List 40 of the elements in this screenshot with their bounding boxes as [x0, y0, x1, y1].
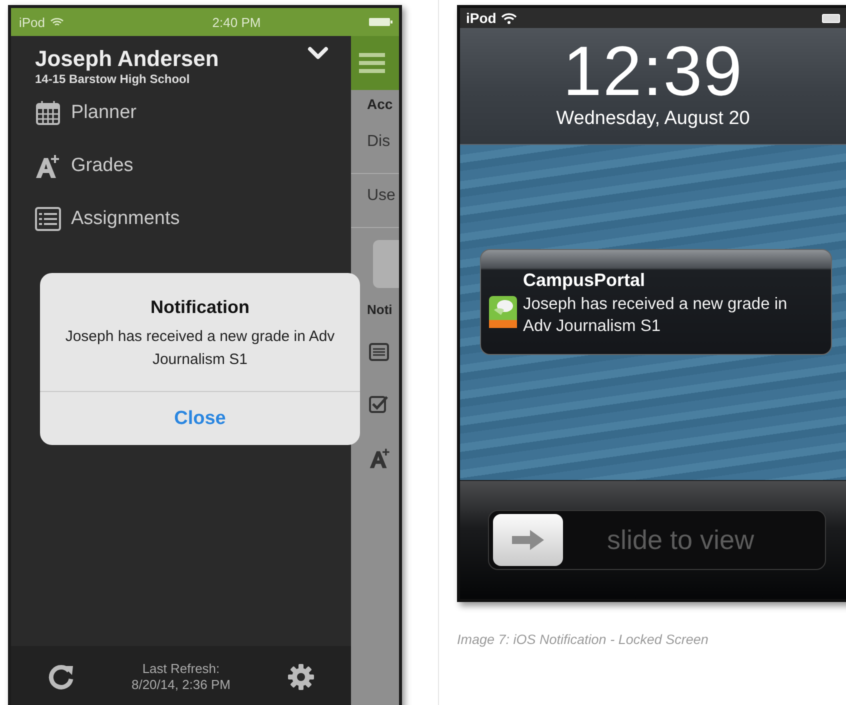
alert-title: Notification: [150, 297, 250, 318]
notification-banner[interactable]: CampusPortal Joseph has received a new grade in Adv Journalism S1: [480, 249, 832, 355]
lock-clock: 12:39: [562, 36, 744, 106]
calendar-icon: [35, 100, 61, 126]
sidebar-item[interactable]: Assignments: [11, 192, 351, 245]
settings-icon[interactable]: [286, 663, 315, 691]
checkbox-icon: [369, 395, 389, 413]
section-header: Acc: [366, 95, 394, 114]
sidebar-item[interactable]: Planner: [11, 86, 351, 139]
arrow-right-icon: [510, 529, 546, 551]
app-icon: [489, 296, 517, 328]
chevron-down-icon[interactable]: [307, 46, 329, 60]
settings-row[interactable]: Dis: [351, 120, 399, 174]
notification-title: CampusPortal: [523, 270, 646, 291]
school-name: 14-15 Barstow High School: [35, 72, 191, 86]
image-caption: Image 7: iOS Notification - Locked Screen: [457, 632, 710, 647]
notification-message: Joseph has received a new grade in Adv Journalism S1: [523, 294, 788, 338]
lock-date: Wednesday, August 20: [556, 108, 750, 130]
list-icon: [35, 206, 61, 230]
slider-label: slide to view: [607, 524, 754, 556]
refresh-time: 8/20/14, 2:36 PM: [131, 677, 230, 694]
carrier-label: iPod: [466, 10, 496, 26]
grade-icon: [369, 447, 391, 469]
section-header: Noti: [366, 301, 394, 319]
battery-icon: [822, 14, 840, 22]
battery-icon: [368, 18, 393, 26]
wifi-icon: [50, 17, 64, 27]
alert-message: Joseph has received a new grade in Adv Journalism S1: [64, 327, 336, 370]
input-field[interactable]: [373, 240, 399, 288]
status-time: 2:40 PM: [212, 14, 261, 30]
refresh-icon[interactable]: [47, 663, 75, 691]
wifi-icon: [501, 12, 518, 24]
settings-row[interactable]: Use: [351, 174, 399, 228]
sidebar-item[interactable]: Grades: [11, 139, 351, 192]
user-name: Joseph Andersen: [35, 46, 219, 72]
grade-icon: [35, 152, 61, 178]
carrier-label: iPod: [19, 14, 46, 30]
slider-handle[interactable]: [493, 514, 563, 566]
refresh-label: Last Refresh:: [141, 660, 221, 677]
list-icon: [369, 343, 389, 361]
